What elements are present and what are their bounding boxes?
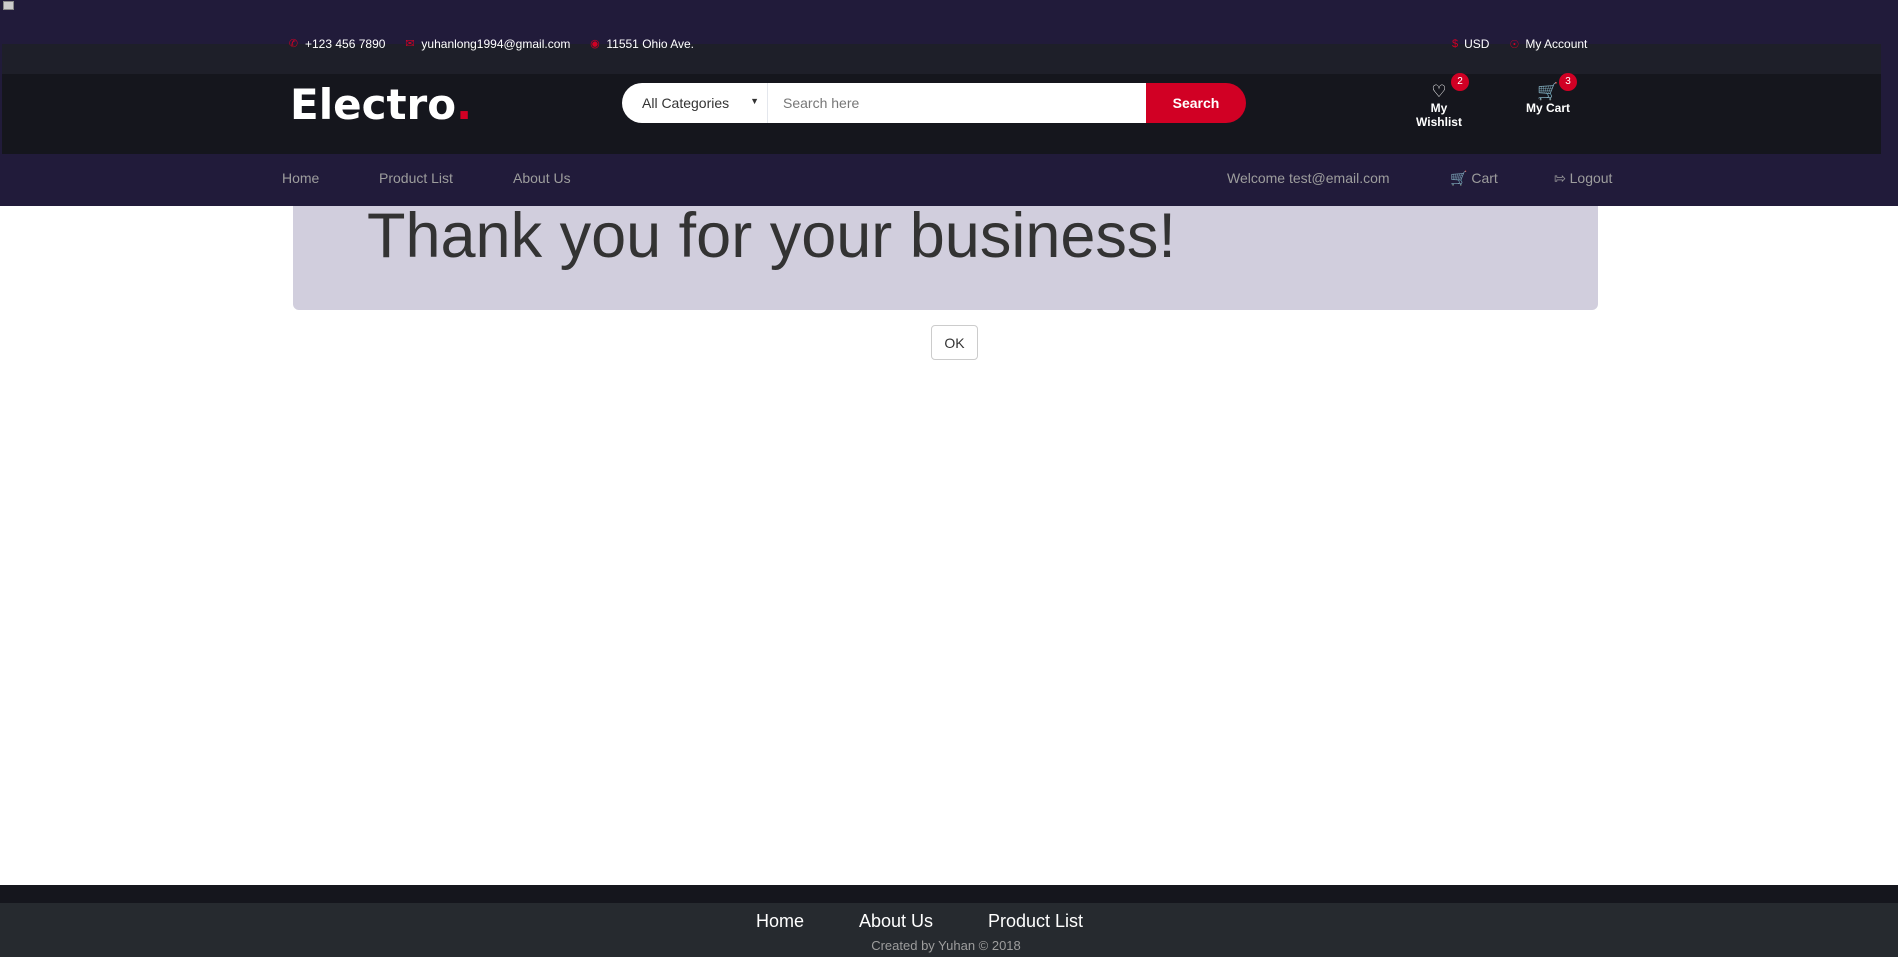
phone-text: +123 456 7890 — [305, 37, 386, 51]
header-edge-left — [0, 44, 2, 154]
wishlist-count-badge: 2 — [1451, 73, 1469, 91]
logo-text: Electro — [290, 80, 457, 129]
cart-label: My Cart — [1525, 101, 1570, 115]
nav-cart[interactable]: 🛒 Cart — [1450, 154, 1498, 206]
navbar: Home Product List About Us Welcome test@… — [0, 154, 1898, 206]
cart-count-badge: 3 — [1559, 73, 1577, 91]
footer: Home About Us Product List Created by Yu… — [0, 903, 1898, 957]
copyright: Created by Yuhan © 2018 — [0, 938, 1898, 953]
phone-link[interactable]: ✆ +123 456 7890 — [288, 37, 386, 51]
logout-icon: ⇰ — [1554, 170, 1566, 186]
nav-home[interactable]: Home — [282, 154, 319, 206]
nav-logout[interactable]: ⇰ Logout — [1554, 154, 1612, 206]
address-link[interactable]: ◉ 11551 Ohio Ave. — [589, 37, 694, 51]
email-link[interactable]: ✉ yuhanlong1994@gmail.com — [404, 37, 570, 51]
cart-widget[interactable]: 🛒 My Cart 3 — [1523, 73, 1577, 115]
broken-image-icon — [3, 1, 14, 10]
wishlist-label: My Wishlist — [1416, 101, 1462, 129]
top-header-links: ✆ +123 456 7890 ✉ yuhanlong1994@gmail.co… — [288, 35, 713, 53]
my-account-link[interactable]: ☉ My Account — [1509, 37, 1587, 51]
nav-logout-label: Logout — [1569, 170, 1613, 186]
nav-cart-label: Cart — [1471, 170, 1498, 186]
top-background — [0, 0, 1898, 44]
footer-home[interactable]: Home — [756, 911, 804, 932]
phone-icon: ✆ — [288, 37, 299, 50]
copyright-text: Created by Yuhan © 2018 — [871, 938, 1021, 953]
map-marker-icon: ◉ — [590, 37, 600, 50]
email-text: yuhanlong1994@gmail.com — [421, 37, 571, 51]
currency-link[interactable]: $ USD — [1452, 37, 1489, 51]
category-selected: All Categories — [642, 95, 730, 111]
footer-top-bar — [0, 885, 1898, 903]
envelope-icon: ✉ — [405, 37, 415, 50]
header-edge-right — [1881, 44, 1898, 154]
address-text: 11551 Ohio Ave. — [606, 37, 695, 51]
nav-welcome[interactable]: Welcome test@email.com — [1227, 154, 1390, 206]
chevron-down-icon: ▼ — [750, 96, 759, 106]
search-button[interactable]: Search — [1146, 83, 1246, 123]
top-header-right: $ USD ☉ My Account — [1452, 35, 1607, 53]
search-form: All Categories ▼ Search — [622, 83, 1246, 123]
nav-about-us[interactable]: About Us — [513, 154, 571, 206]
cart-icon: 🛒 — [1450, 170, 1468, 186]
page-title: Thank you for your business! — [367, 201, 1176, 271]
my-account-text: My Account — [1525, 37, 1588, 51]
currency-text: USD — [1464, 37, 1490, 51]
footer-about-us[interactable]: About Us — [859, 911, 933, 932]
footer-product-list[interactable]: Product List — [988, 911, 1083, 932]
logo-dot: . — [456, 80, 473, 129]
search-input[interactable] — [768, 83, 1146, 123]
user-icon: ☉ — [1509, 38, 1520, 51]
jumbotron: Thank you for your business! — [293, 201, 1598, 310]
dollar-icon: $ — [1452, 38, 1459, 50]
nav-product-list[interactable]: Product List — [379, 154, 453, 206]
wishlist-widget[interactable]: ♡ My Wishlist 2 — [1409, 73, 1469, 129]
ok-button[interactable]: OK — [931, 325, 978, 360]
category-select[interactable]: All Categories ▼ — [622, 83, 768, 123]
logo[interactable]: Electro. — [290, 80, 472, 129]
top-header-bar — [0, 44, 1898, 74]
